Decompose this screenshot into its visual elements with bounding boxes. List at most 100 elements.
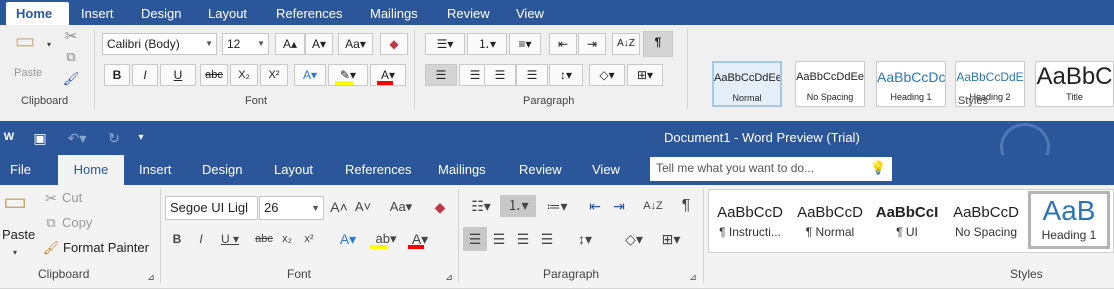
show-formatting-icon[interactable]: ¶ <box>676 196 696 216</box>
copy-icon[interactable]: ⧉ <box>62 47 80 67</box>
shrink-font-icon[interactable]: A˅ <box>354 197 372 217</box>
style-title[interactable]: AaBbC Title <box>1035 61 1114 107</box>
tab-layout[interactable]: Layout <box>274 155 313 185</box>
change-case-button[interactable]: Aa▾ <box>338 33 373 55</box>
shading-icon[interactable]: ◇▾ <box>617 229 651 249</box>
tab-view[interactable]: View <box>592 155 620 185</box>
font-name-combo[interactable]: Calibri (Body) ▼ <box>102 33 217 55</box>
align-right-icon[interactable]: ☰ <box>484 64 516 86</box>
sort-icon[interactable]: A↓Z <box>612 33 640 55</box>
tab-references[interactable]: References <box>276 0 342 25</box>
paste-label[interactable]: Paste <box>14 67 42 79</box>
tab-mailings[interactable]: Mailings <box>370 0 418 25</box>
cut-icon[interactable]: ✂ <box>42 188 60 208</box>
align-center-icon[interactable]: ☰ <box>487 229 511 249</box>
format-painter-label[interactable]: Format Painter <box>63 240 149 255</box>
tab-insert[interactable]: Insert <box>139 155 172 185</box>
style-ui[interactable]: AaBbCcI ¶ UI <box>870 201 944 245</box>
subscript-icon[interactable]: x₂ <box>278 229 296 249</box>
tab-references[interactable]: References <box>345 155 411 185</box>
style-normal[interactable]: AaBbCcDdEe Normal <box>712 61 782 107</box>
superscript-icon[interactable]: x² <box>300 229 318 249</box>
cut-icon[interactable]: ✂ <box>62 27 80 47</box>
tab-mailings[interactable]: Mailings <box>438 155 486 185</box>
italic-button[interactable]: I <box>132 64 158 86</box>
paste-dropdown-icon[interactable]: ▾ <box>44 35 54 55</box>
bullets-icon[interactable]: ☰▾ <box>425 33 465 55</box>
tab-review[interactable]: Review <box>519 155 562 185</box>
paste-dropdown-icon[interactable]: ▾ <box>10 243 20 263</box>
cut-label[interactable]: Cut <box>62 190 82 205</box>
numbering-icon[interactable]: ⒈▾ <box>467 33 507 55</box>
tab-layout[interactable]: Layout <box>208 0 247 25</box>
tab-home[interactable]: Home <box>6 2 69 25</box>
numbering-icon[interactable]: ⒈▾ <box>500 195 536 217</box>
italic-icon[interactable]: I <box>193 229 209 249</box>
justify-icon[interactable]: ☰ <box>516 64 548 86</box>
align-left-icon[interactable]: ☰ <box>463 227 487 251</box>
customize-toolbar-icon[interactable]: ▾ <box>134 128 148 148</box>
font-name-combo[interactable]: Segoe UI Ligl <box>165 196 258 220</box>
style-heading-1[interactable]: AaBbCcDc Heading 1 <box>876 61 946 107</box>
font-size-combo[interactable]: 26 ▼ <box>259 196 324 220</box>
paste-icon[interactable]: ▭ <box>12 30 38 61</box>
format-painter-icon[interactable]: 🖌 <box>42 238 60 258</box>
style-no-spacing[interactable]: AaBbCcD No Spacing <box>948 201 1024 245</box>
tab-review[interactable]: Review <box>447 0 490 25</box>
copy-label[interactable]: Copy <box>62 215 92 230</box>
bullets-icon[interactable]: ☷▾ <box>464 196 498 216</box>
bold-button[interactable]: B <box>104 64 130 86</box>
redo-icon[interactable]: ↻ <box>104 128 124 148</box>
dialog-launcher-icon[interactable]: ⊿ <box>146 267 156 287</box>
format-painter-icon[interactable]: 🖌 <box>62 69 80 89</box>
justify-icon[interactable]: ☰ <box>535 229 559 249</box>
save-icon[interactable]: ▣ <box>30 128 50 148</box>
style-instructions[interactable]: AaBbCcD ¶ Instructi... <box>712 201 788 245</box>
change-case-icon[interactable]: Aa▾ <box>385 197 417 217</box>
strikethrough-icon[interactable]: abc <box>253 229 275 249</box>
font-color-icon[interactable]: A▾ <box>406 229 434 249</box>
align-left-icon[interactable]: ☰ <box>425 64 457 86</box>
clear-formatting-icon[interactable]: ◆ <box>430 197 450 217</box>
underline-icon[interactable]: U ▾ <box>215 229 245 249</box>
text-effects-icon[interactable]: A▾ <box>334 229 362 249</box>
highlight-icon[interactable]: ✎▾ <box>328 64 368 86</box>
undo-icon[interactable]: ↶▾ <box>62 128 92 148</box>
clear-formatting-icon[interactable]: ◆ <box>380 33 408 55</box>
shrink-font-button[interactable]: A▾ <box>305 33 333 55</box>
decrease-indent-icon[interactable]: ⇤ <box>549 33 577 55</box>
increase-indent-icon[interactable]: ⇥ <box>608 196 630 216</box>
highlight-icon[interactable]: ab▾ <box>368 229 404 249</box>
grow-font-icon[interactable]: A˄ <box>330 197 348 217</box>
paste-label[interactable]: Paste <box>2 227 35 242</box>
font-size-combo[interactable]: 12 ▼ <box>222 33 269 55</box>
subscript-button[interactable]: X₂ <box>230 64 258 86</box>
tab-design[interactable]: Design <box>141 0 181 25</box>
bold-icon[interactable]: B <box>169 229 185 249</box>
line-spacing-icon[interactable]: ↕▾ <box>549 64 583 86</box>
multilevel-list-icon[interactable]: ≡▾ <box>509 33 541 55</box>
tab-view[interactable]: View <box>516 0 544 25</box>
align-right-icon[interactable]: ☰ <box>511 229 535 249</box>
borders-icon[interactable]: ⊞▾ <box>627 64 663 86</box>
grow-font-button[interactable]: A▴ <box>275 33 305 55</box>
style-heading-1[interactable]: AaB Heading 1 <box>1028 191 1110 249</box>
strikethrough-button[interactable]: abc <box>200 64 228 86</box>
multilevel-list-icon[interactable]: ≔▾ <box>540 196 574 216</box>
tab-home[interactable]: Home <box>58 155 124 185</box>
paste-icon[interactable]: ▭ <box>0 188 30 231</box>
sort-icon[interactable]: A↓Z <box>642 196 664 216</box>
show-formatting-icon[interactable]: ¶ <box>643 31 673 57</box>
tell-me-search-box[interactable]: Tell me what you want to do... 💡 <box>650 157 892 181</box>
shading-icon[interactable]: ◇▾ <box>589 64 625 86</box>
text-effects-icon[interactable]: A▾ <box>294 64 326 86</box>
dialog-launcher-icon[interactable]: ⊿ <box>444 267 454 287</box>
increase-indent-icon[interactable]: ⇥ <box>578 33 606 55</box>
style-no-spacing[interactable]: AaBbCcDdEe No Spacing <box>795 61 865 107</box>
copy-icon[interactable]: ⧉ <box>42 213 60 233</box>
underline-button[interactable]: U <box>160 64 196 86</box>
dialog-launcher-icon[interactable]: ⊿ <box>688 267 698 287</box>
decrease-indent-icon[interactable]: ⇤ <box>584 196 606 216</box>
tab-file[interactable]: File <box>10 155 31 185</box>
borders-icon[interactable]: ⊞▾ <box>654 229 688 249</box>
